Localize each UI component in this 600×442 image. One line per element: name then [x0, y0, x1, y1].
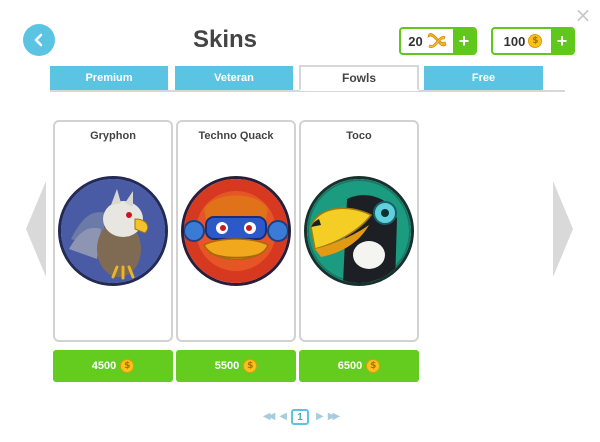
skin-card-gryphon[interactable]: Gryphon: [53, 120, 173, 342]
prev-page-icon[interactable]: ◀: [279, 412, 287, 422]
tab-free[interactable]: Free: [424, 66, 543, 90]
first-page-icon[interactable]: ◀◀: [263, 412, 276, 422]
price-label: 4500: [91, 360, 117, 372]
coin-icon: $: [120, 359, 135, 373]
pagination: ◀◀ ◀ 1 ▶ ▶▶: [250, 407, 350, 427]
price-label: 5500: [214, 360, 240, 372]
previous-arrow-icon[interactable]: [26, 181, 46, 277]
ribbon-amount-group: 20: [401, 29, 453, 53]
add-ribbons-button[interactable]: +: [453, 29, 475, 53]
coin-icon: $: [366, 359, 381, 373]
skin-name: Toco: [346, 130, 372, 142]
ribbon-balance: 20 +: [399, 27, 477, 55]
tab-veteran[interactable]: Veteran: [175, 66, 293, 90]
coin-icon: $: [528, 34, 543, 48]
close-icon[interactable]: ×: [574, 5, 592, 25]
coin-amount-group: 100 $: [493, 29, 551, 53]
last-page-icon[interactable]: ▶▶: [328, 412, 341, 422]
ribbon-icon: [426, 33, 447, 48]
skin-card-toco[interactable]: Toco: [299, 120, 419, 342]
coin-balance: 100 $ +: [491, 27, 575, 55]
add-coins-button[interactable]: +: [551, 29, 573, 53]
tab-fowls[interactable]: Fowls: [299, 65, 419, 91]
buy-button-techno-quack[interactable]: 5500 $: [176, 350, 296, 382]
coin-icon: $: [243, 359, 258, 373]
next-arrow-icon[interactable]: [553, 181, 573, 277]
skin-card-techno-quack[interactable]: Techno Quack: [176, 120, 296, 342]
next-page-icon[interactable]: ▶: [316, 412, 324, 422]
skin-name: Gryphon: [90, 130, 136, 142]
tab-premium[interactable]: Premium: [50, 66, 168, 90]
techno-quack-portrait: [181, 176, 291, 286]
page-title: Skins: [192, 26, 258, 53]
ribbon-amount: 20: [408, 33, 423, 49]
price-label: 6500: [337, 360, 363, 372]
chevron-left-icon: [34, 33, 43, 47]
gryphon-portrait: [58, 176, 168, 286]
toco-portrait: [304, 176, 414, 286]
coin-amount: 100: [503, 33, 526, 49]
buy-button-toco[interactable]: 6500 $: [299, 350, 419, 382]
skin-name: Techno Quack: [198, 130, 274, 142]
category-tabs: Premium Veteran Fowls Free: [50, 65, 565, 92]
back-button[interactable]: [23, 24, 55, 56]
buy-button-gryphon[interactable]: 4500 $: [53, 350, 173, 382]
current-page-number[interactable]: 1: [291, 409, 309, 425]
